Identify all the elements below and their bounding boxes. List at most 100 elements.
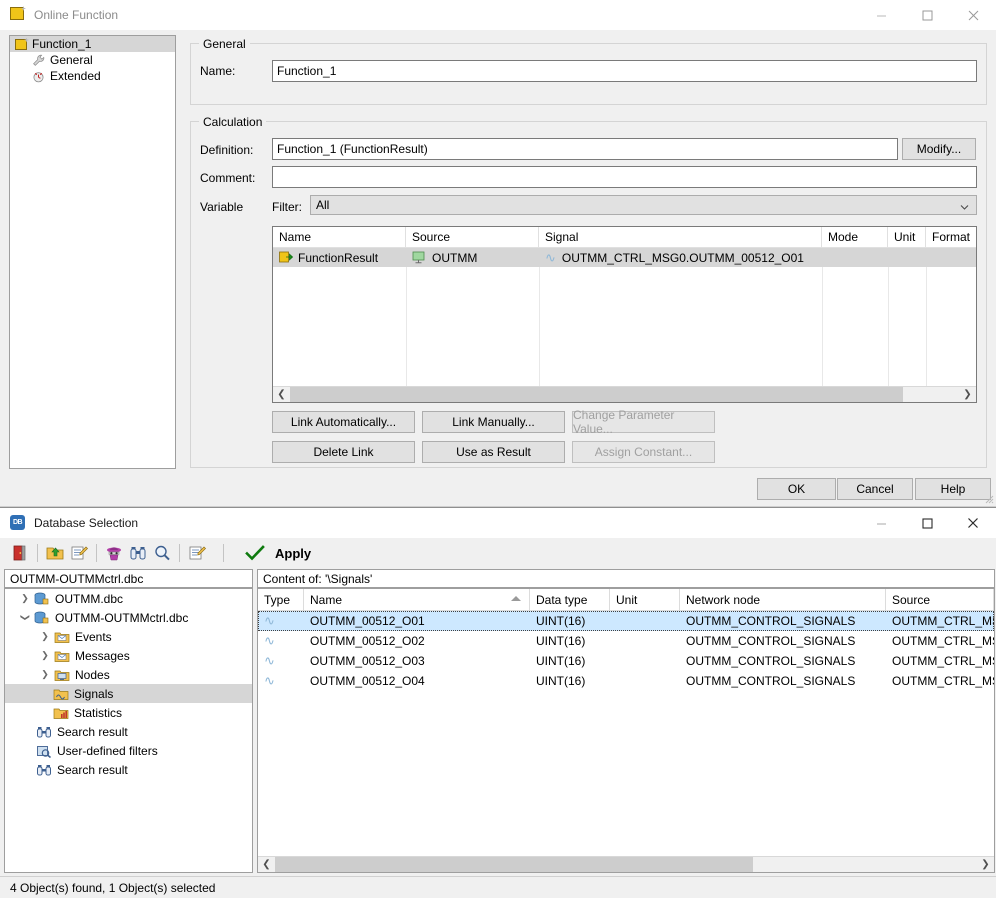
apply-button[interactable]: Apply (275, 546, 311, 561)
tree-item-messages[interactable]: ❯ Messages (5, 646, 252, 665)
tree-pane-header: OUTMM-OUTMMctrl.dbc (4, 569, 253, 588)
folder-node-icon (54, 668, 70, 682)
scroll-track[interactable] (275, 856, 977, 872)
resize-grip[interactable] (982, 492, 994, 504)
chevron-right-icon[interactable]: ❯ (39, 650, 51, 661)
tree-item-user-defined-filters[interactable]: User-defined filters (5, 741, 252, 760)
tree-item-statistics[interactable]: Statistics (5, 703, 252, 722)
signals-table-hscrollbar[interactable]: ❮ ❯ (258, 856, 994, 872)
tree-item-extended[interactable]: Extended (10, 68, 175, 84)
name-label: Name: (200, 64, 236, 78)
magnifier-icon[interactable] (150, 541, 174, 565)
toolbar-separator (96, 544, 97, 562)
cell-name: OUTMM_00512_O03 (310, 654, 425, 668)
tree-item-outmm-dbc[interactable]: ❯ OUTMM.dbc (5, 589, 252, 608)
cell-data-type: UINT(16) (536, 654, 586, 668)
tree-item-label: Messages (75, 648, 130, 663)
cell-name: FunctionResult (298, 250, 379, 265)
comment-input[interactable] (272, 166, 977, 188)
filter-select[interactable]: All (310, 195, 977, 215)
open-folder-icon[interactable] (43, 541, 67, 565)
cell-network-node: OUTMM_CONTROL_SIGNALS (686, 654, 856, 668)
maximize-button[interactable] (904, 508, 950, 538)
scroll-left-button[interactable]: ❮ (273, 387, 290, 403)
comment-label: Comment: (200, 171, 256, 185)
database-toolbar: Apply (0, 538, 996, 568)
link-automatically-button[interactable]: Link Automatically... (272, 411, 415, 433)
scroll-right-button[interactable]: ❯ (977, 857, 994, 873)
exit-door-icon[interactable] (8, 541, 32, 565)
tree-item-search-result-2[interactable]: Search result (5, 760, 252, 779)
scroll-thumb[interactable] (290, 386, 903, 402)
maximize-button[interactable] (904, 0, 950, 30)
column-header-network-node[interactable]: Network node (680, 589, 886, 611)
tree-item-function-1[interactable]: Function_1 (10, 36, 175, 52)
database-tree[interactable]: ❯ OUTMM.dbc ❯ OUTMM-OUTMMctrl.dbc ❯ Even… (4, 588, 253, 873)
ok-button[interactable]: OK (757, 478, 836, 500)
table-row[interactable]: ∿ OUTMM_00512_O03 UINT(16) OUTMM_CONTROL… (258, 651, 994, 671)
function-icon (15, 38, 27, 50)
folder-mail-icon (54, 630, 70, 644)
column-header-signal[interactable]: Signal (539, 227, 822, 248)
column-header-type[interactable]: Type (258, 589, 304, 611)
tree-item-general[interactable]: General (10, 52, 175, 68)
column-header-unit[interactable]: Unit (888, 227, 926, 248)
definition-input[interactable]: Function_1 (FunctionResult) (272, 138, 898, 160)
minimize-button[interactable] (858, 0, 904, 30)
tree-item-search-result-1[interactable]: Search result (5, 722, 252, 741)
window-title: Online Function (34, 8, 119, 22)
chevron-right-icon[interactable]: ❯ (19, 593, 31, 604)
column-header-source[interactable]: Source (406, 227, 539, 248)
cell-source: OUTMM (432, 250, 478, 265)
scroll-thumb[interactable] (275, 856, 753, 872)
change-parameter-value-button: Change Parameter Value... (572, 408, 715, 436)
column-header-unit[interactable]: Unit (610, 589, 680, 611)
name-input[interactable]: Function_1 (272, 60, 977, 82)
close-button[interactable] (950, 508, 996, 538)
tree-item-outmm-outmmctrl-dbc[interactable]: ❯ OUTMM-OUTMMctrl.dbc (5, 608, 252, 627)
variable-table-hscrollbar[interactable]: ❮ ❯ (273, 386, 976, 402)
binoculars-icon[interactable] (126, 541, 150, 565)
scroll-track[interactable] (290, 386, 959, 402)
cell-source: OUTMM_CTRL_MSG0 (892, 614, 994, 628)
cell-name: OUTMM_00512_O01 (310, 614, 425, 628)
chevron-right-icon[interactable]: ❯ (39, 631, 51, 642)
table-row[interactable]: ∿ OUTMM_00512_O01 UINT(16) OUTMM_CONTROL… (258, 611, 994, 631)
column-header-source[interactable]: Source (886, 589, 994, 611)
tree-item-events[interactable]: ❯ Events (5, 627, 252, 646)
scroll-right-button[interactable]: ❯ (959, 387, 976, 403)
assign-constant-button: Assign Constant... (572, 441, 715, 463)
minimize-button[interactable] (858, 508, 904, 538)
delete-link-button[interactable]: Delete Link (272, 441, 415, 463)
chevron-down-icon[interactable]: ❯ (20, 612, 31, 624)
column-header-data-type[interactable]: Data type (530, 589, 610, 611)
function-tree[interactable]: Function_1 General Extended (9, 35, 176, 469)
tree-item-signals[interactable]: Signals (5, 684, 252, 703)
scroll-left-button[interactable]: ❮ (258, 857, 275, 873)
table-row[interactable]: ∿ OUTMM_00512_O02 UINT(16) OUTMM_CONTROL… (258, 631, 994, 651)
table-row[interactable]: ∿ OUTMM_00512_O04 UINT(16) OUTMM_CONTROL… (258, 671, 994, 691)
chevron-right-icon[interactable]: ❯ (39, 669, 51, 680)
properties-icon[interactable] (185, 541, 209, 565)
link-manually-button[interactable]: Link Manually... (422, 411, 565, 433)
edit-database-icon[interactable] (67, 541, 91, 565)
cancel-button[interactable]: Cancel (837, 478, 913, 500)
help-button[interactable]: Help (915, 478, 991, 500)
modify-button[interactable]: Modify... (902, 138, 976, 160)
signals-table[interactable]: Type Name Data type Unit Network node So… (257, 588, 995, 873)
function-icon (10, 7, 26, 23)
column-header-name[interactable]: Name (304, 589, 530, 611)
variable-table[interactable]: Name Source Signal Mode Unit Format Func… (272, 226, 977, 403)
tree-item-nodes[interactable]: ❯ Nodes (5, 665, 252, 684)
column-header-mode[interactable]: Mode (822, 227, 888, 248)
column-header-name[interactable]: Name (273, 227, 406, 248)
tree-item-label: Signals (74, 686, 114, 701)
close-button[interactable] (950, 0, 996, 30)
cell-data-type: UINT(16) (536, 674, 586, 688)
cell-source: OUTMM_CTRL_MSG0 (892, 654, 994, 668)
table-row[interactable]: FunctionResult OUTMM ∿ OUTMM_CTRL_MSG0.O… (273, 248, 976, 267)
filter-wizard-icon[interactable] (102, 541, 126, 565)
column-header-format[interactable]: Format (926, 227, 976, 248)
check-icon[interactable] (243, 541, 267, 565)
use-as-result-button[interactable]: Use as Result (422, 441, 565, 463)
